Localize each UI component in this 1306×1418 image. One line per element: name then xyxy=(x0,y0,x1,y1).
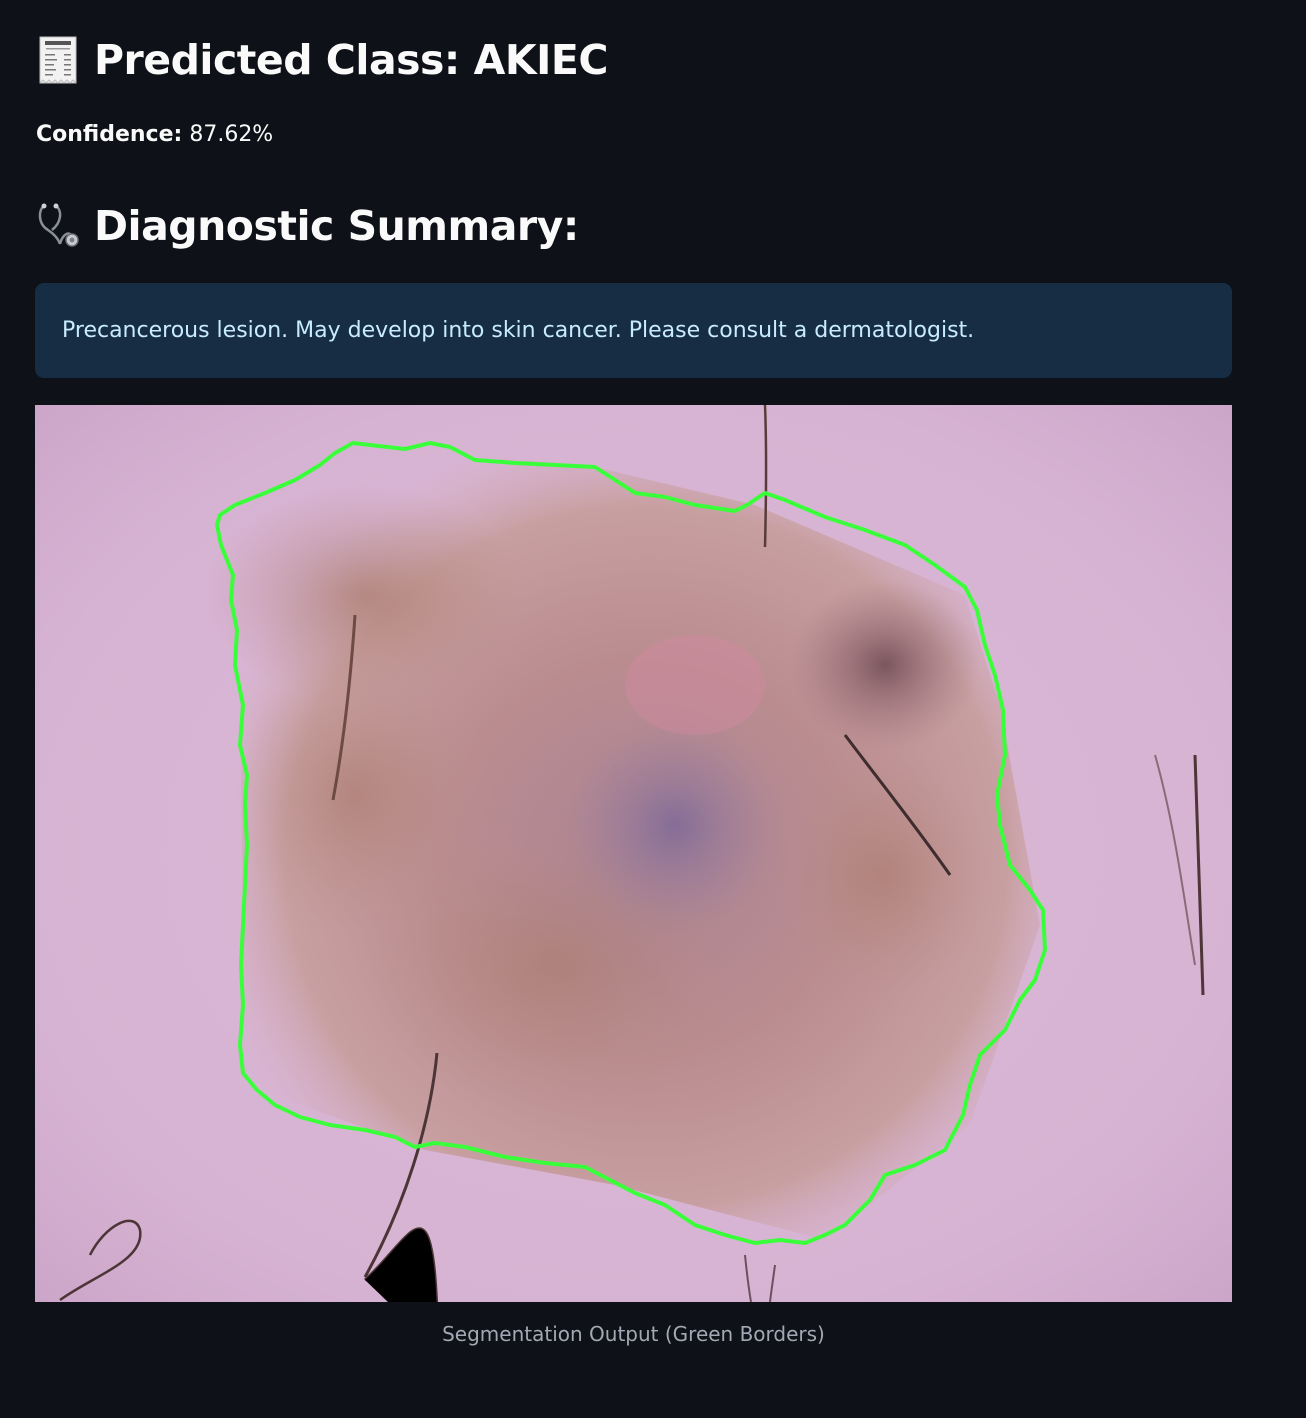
receipt-icon xyxy=(39,36,77,84)
streamlit-page: Predicted Class: AKIEC Confidence: 87.62… xyxy=(0,0,1306,1418)
predicted-class-heading: Predicted Class: AKIEC xyxy=(36,34,608,86)
diagnostic-summary-title: Diagnostic Summary: xyxy=(94,202,579,250)
predicted-class-title: Predicted Class: AKIEC xyxy=(94,36,608,84)
stethoscope-icon xyxy=(38,203,79,247)
diagnostic-message: Precancerous lesion. May develop into sk… xyxy=(62,318,975,343)
image-caption: Segmentation Output (Green Borders) xyxy=(442,1322,825,1346)
lesion-photo xyxy=(35,405,1232,1302)
segmentation-image xyxy=(35,405,1232,1302)
diagnostic-summary-heading: Diagnostic Summary: xyxy=(36,200,579,252)
confidence-line: Confidence: 87.62% xyxy=(36,122,273,147)
confidence-value: 87.62% xyxy=(189,122,274,147)
confidence-label: Confidence: xyxy=(36,122,183,147)
diagnostic-info-alert: Precancerous lesion. May develop into sk… xyxy=(35,283,1232,378)
